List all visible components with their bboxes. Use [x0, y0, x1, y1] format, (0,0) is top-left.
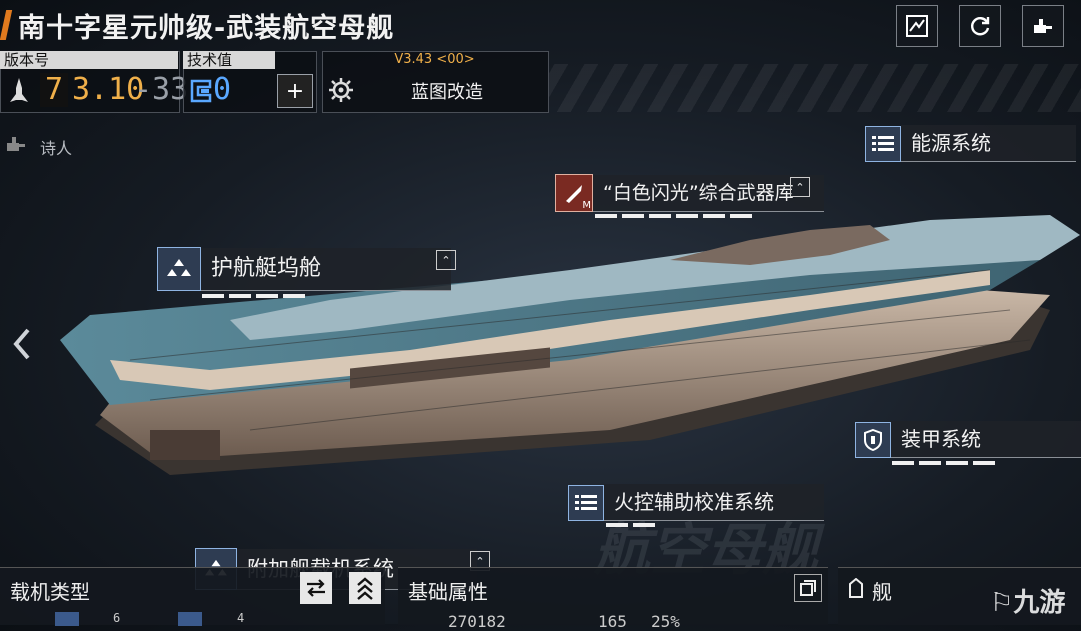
ship-info-title: 舰 [872, 580, 892, 604]
player-icon [7, 137, 25, 151]
squad-icon [157, 247, 201, 291]
window-icon [800, 580, 816, 596]
plus-icon: + [285, 78, 305, 104]
collapse-icon[interactable]: ⌃ [790, 177, 810, 197]
version-sub: -33 [134, 72, 189, 107]
swap-button[interactable] [300, 572, 332, 604]
fire-control-label: 火控辅助校准系统 [604, 484, 824, 521]
chevron-left-icon[interactable] [10, 326, 34, 362]
fire-control-level-bar [606, 523, 655, 527]
chevron-rank-icon [357, 577, 373, 600]
version-label: 版本号 [0, 51, 178, 69]
settings-icon [1034, 19, 1052, 33]
speed-value: 165 [598, 612, 627, 631]
energy-system-tag[interactable]: 能源系统 [865, 125, 1076, 162]
rocket-icon [10, 78, 28, 102]
ship-icon [849, 578, 863, 598]
weapon-badge: M [582, 200, 591, 211]
expand-button[interactable] [794, 574, 822, 602]
title-accent [0, 10, 13, 40]
escort-dock-label: 护航艇坞舱 [201, 247, 451, 291]
aircraft-type-panel: 载机类型 6 4 [0, 567, 385, 626]
collapse-icon[interactable]: ⌃ [436, 250, 456, 270]
hazard-stripes [548, 64, 1081, 112]
settings-button[interactable] [1022, 5, 1064, 47]
rank-button[interactable] [349, 572, 381, 604]
weapon-system-tag[interactable]: M “白色闪光”综合武器库 [555, 174, 824, 212]
chip-icon [190, 79, 212, 103]
page-title: 南十字星元帅级-武装航空母舰 [18, 13, 395, 44]
base-attributes-title: 基础属性 [408, 580, 488, 604]
armor-system-tag[interactable]: 装甲系统 [855, 421, 1081, 458]
refresh-button[interactable] [959, 5, 1001, 47]
list-icon [865, 125, 901, 162]
tech-label: 技术值 [183, 51, 275, 69]
escort-dock-tag[interactable]: 护航艇坞舱 [157, 247, 451, 291]
watermark-text: 九游 [1013, 588, 1066, 618]
base-attributes-panel: 基础属性 270182 165 25% [398, 567, 828, 631]
tech-add-button[interactable]: + [277, 74, 313, 108]
energy-system-label: 能源系统 [901, 125, 1076, 162]
fire-control-tag[interactable]: 火控辅助校准系统 [568, 484, 824, 521]
escort-level-bar [202, 294, 305, 298]
armor-system-label: 装甲系统 [891, 421, 1081, 458]
percent-value: 25% [651, 612, 680, 631]
refresh-icon [971, 17, 990, 36]
watermark-logo-icon: ⚐ [990, 588, 1014, 618]
shield-icon [855, 421, 891, 458]
blueprint-version: V3.43 <00> [394, 52, 475, 67]
version-major: 7 [40, 73, 68, 107]
hp-value: 270182 [448, 612, 506, 631]
swap-icon [307, 579, 325, 597]
watermark: ⚐九游 [990, 582, 1065, 619]
weapon-level-bar [595, 214, 752, 218]
blueprint-label: 蓝图改造 [411, 82, 483, 103]
tech-value: 0 [213, 72, 232, 107]
blueprint-icon [906, 15, 928, 37]
missile-icon: M [555, 174, 593, 212]
aircraft-type-title: 载机类型 [10, 580, 90, 604]
blueprint-button[interactable] [896, 5, 938, 47]
player-name: 诗人 [40, 139, 73, 158]
armor-level-bar [892, 461, 995, 465]
aircraft-count-2: 4 [237, 611, 245, 625]
aircraft-count-1: 6 [113, 611, 121, 625]
list-icon [568, 484, 604, 521]
